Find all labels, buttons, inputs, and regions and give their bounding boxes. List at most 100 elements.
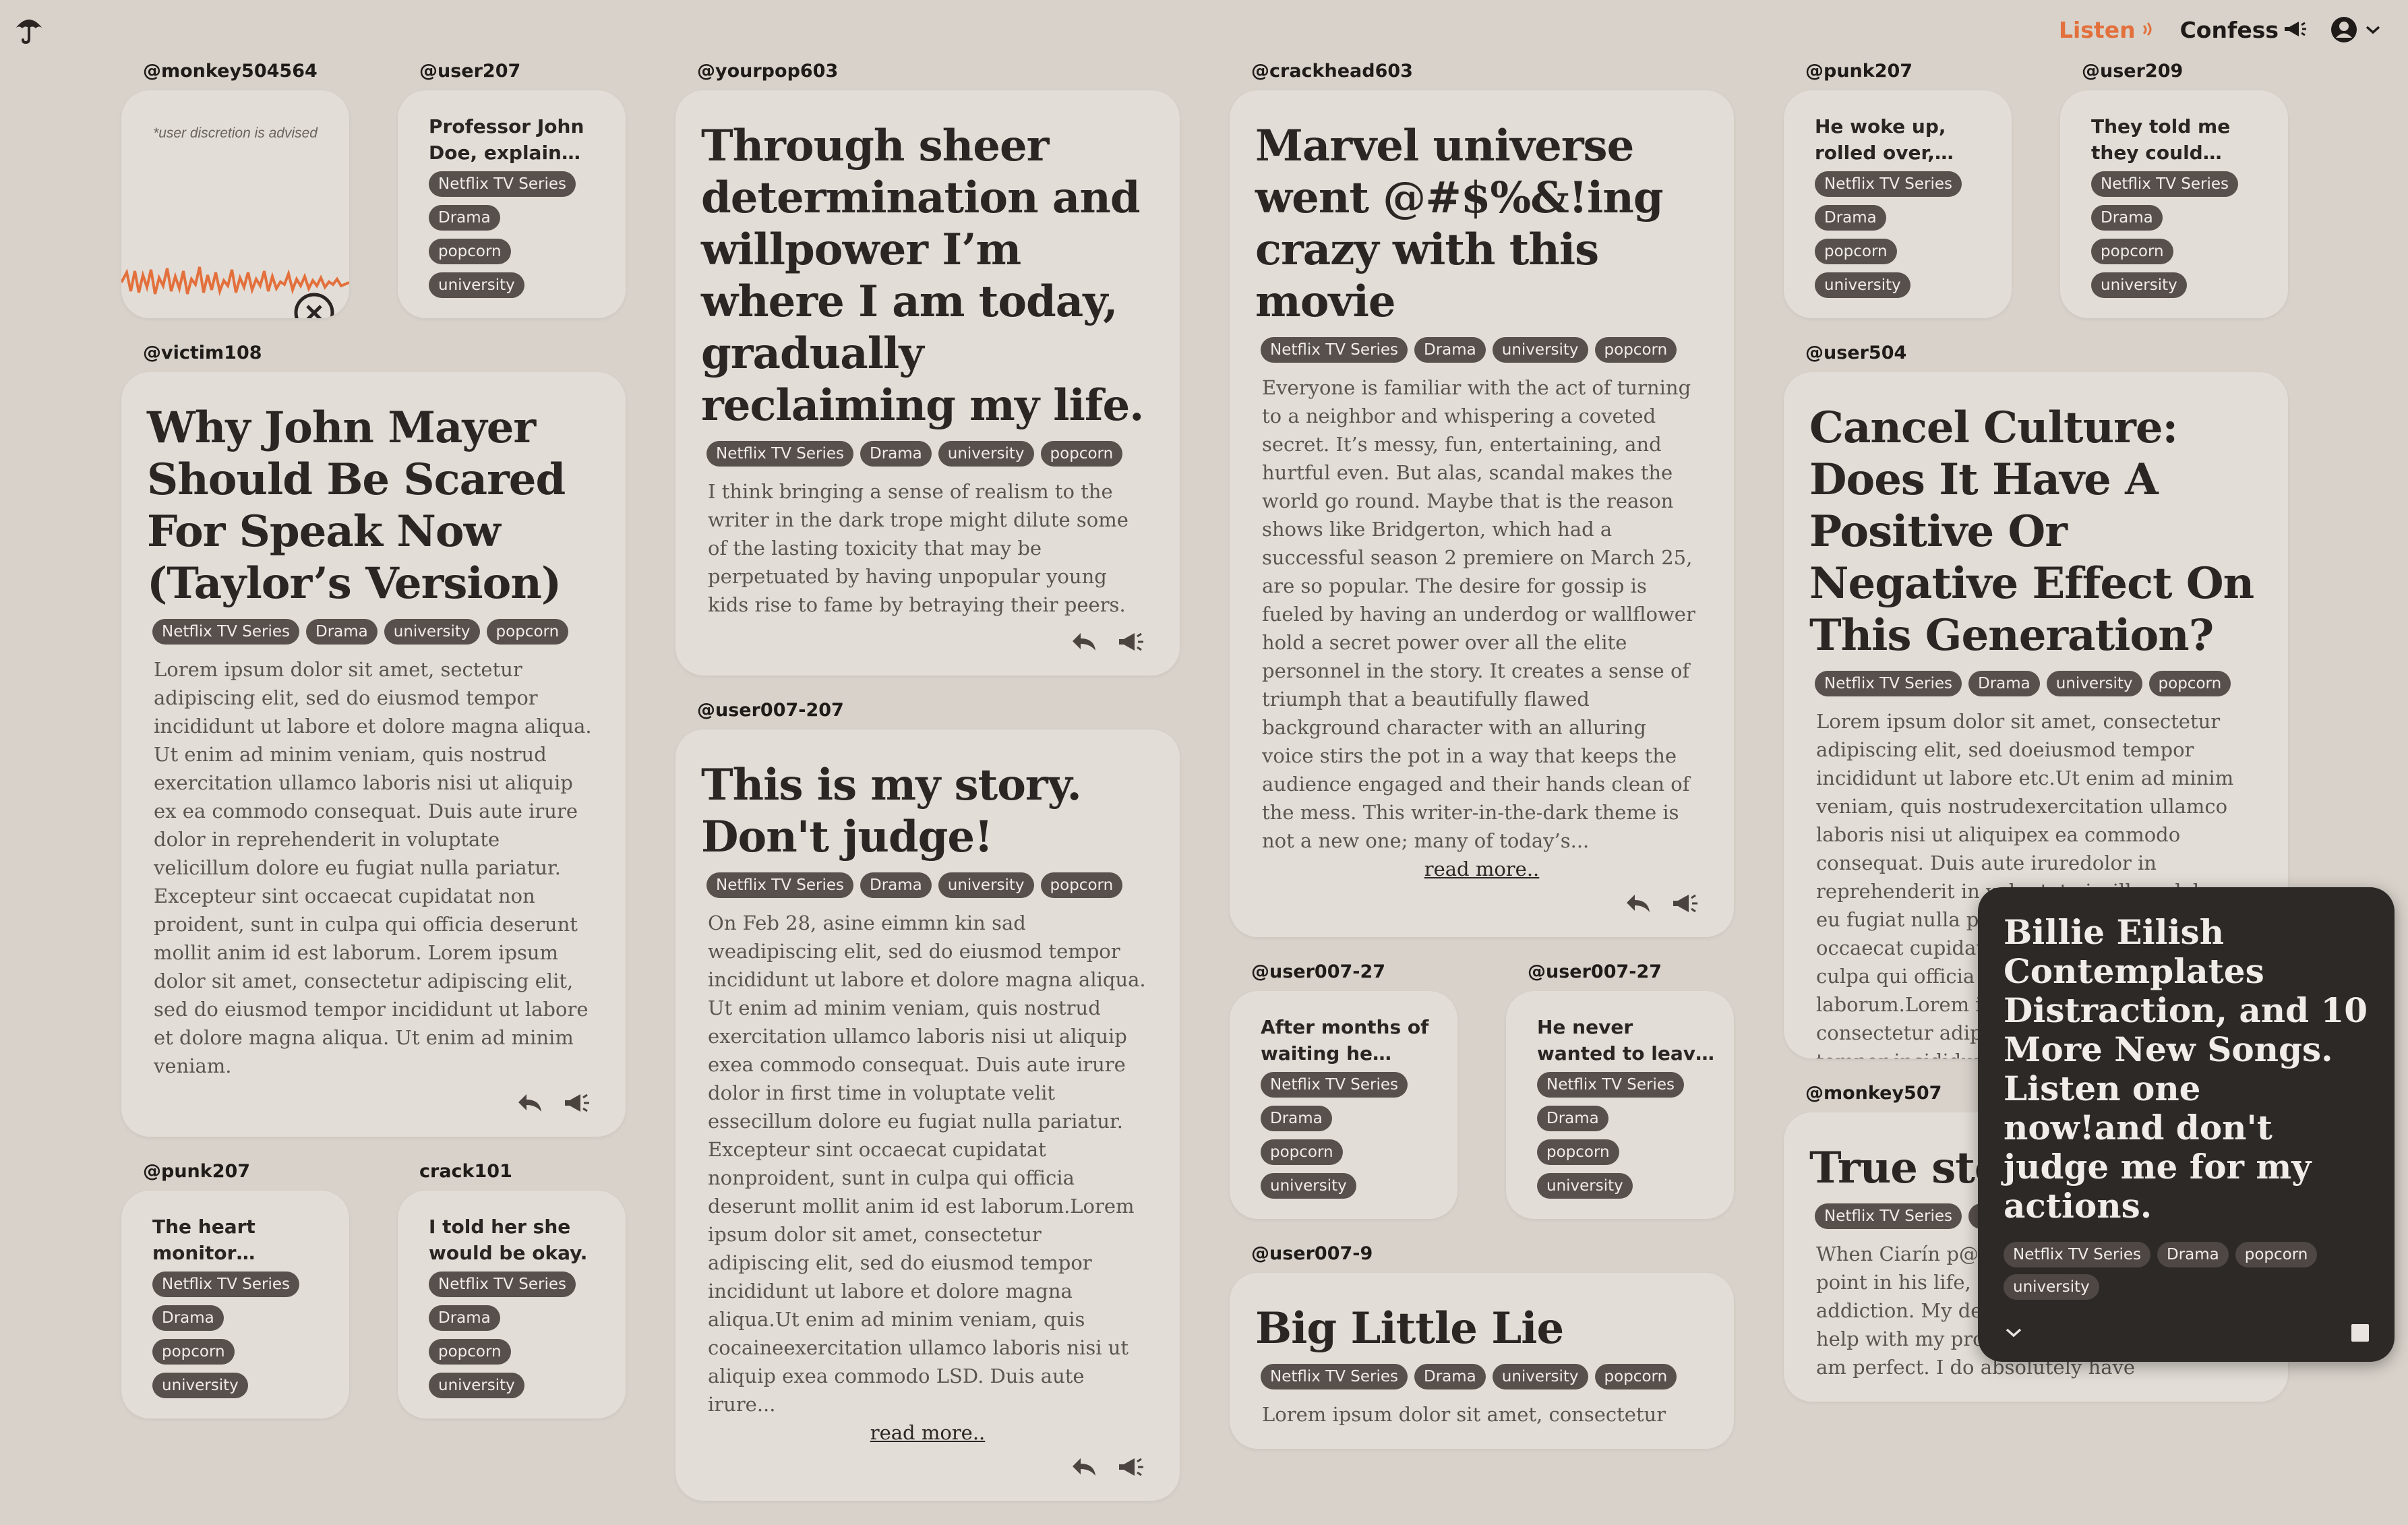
- short-confession-card[interactable]: He woke up, rolled over, and... Netflix …: [1784, 90, 2012, 318]
- tag-chip[interactable]: university: [938, 872, 1034, 898]
- tag-chip[interactable]: Netflix TV Series: [2091, 171, 2238, 197]
- tag-chip[interactable]: university: [1815, 272, 1910, 298]
- reply-icon[interactable]: [1623, 890, 1653, 917]
- tag-chip[interactable]: Drama: [860, 441, 932, 467]
- tag-chip[interactable]: popcorn: [1261, 1139, 1343, 1165]
- post-handle[interactable]: @user504: [1784, 342, 2288, 372]
- tag-chip[interactable]: university: [429, 272, 524, 298]
- tag-chip[interactable]: university: [938, 441, 1034, 467]
- tag-chip[interactable]: Netflix TV Series: [706, 441, 853, 467]
- post-handle[interactable]: @monkey504564: [121, 61, 349, 90]
- tag-chip[interactable]: Drama: [1815, 205, 1886, 231]
- tag-chip[interactable]: Netflix TV Series: [1261, 337, 1408, 363]
- post-handle[interactable]: @user007-27: [1230, 961, 1457, 991]
- story-card[interactable]: Big Little Lie Netflix TV Series Drama u…: [1230, 1273, 1734, 1449]
- reply-icon[interactable]: [515, 1089, 545, 1116]
- post-handle[interactable]: crack101: [398, 1161, 626, 1191]
- confess-link[interactable]: Confess: [2180, 17, 2307, 43]
- short-confession-card[interactable]: He never wanted to leave his wife. Netfl…: [1506, 991, 1734, 1219]
- story-card[interactable]: This is my story. Don't judge! Netflix T…: [675, 729, 1180, 1501]
- tag-chip[interactable]: Drama: [1414, 337, 1486, 363]
- tag-chip[interactable]: Netflix TV Series: [706, 872, 853, 898]
- tag-chip[interactable]: popcorn: [2235, 1242, 2318, 1267]
- post-handle[interactable]: @user207: [398, 61, 626, 90]
- tag-chip[interactable]: popcorn: [1815, 239, 1897, 264]
- post-handle[interactable]: @victim108: [121, 342, 626, 372]
- post-handle[interactable]: @user209: [2060, 61, 2288, 90]
- post-handle[interactable]: @user007-207: [675, 700, 1180, 729]
- tag-chip[interactable]: popcorn: [1040, 441, 1123, 467]
- read-more-link[interactable]: read more..: [701, 1421, 1154, 1444]
- story-card[interactable]: Marvel universe went @#$%&!ing crazy wit…: [1230, 90, 1734, 937]
- post-handle[interactable]: @punk207: [121, 1161, 349, 1191]
- tag-chip[interactable]: Drama: [1414, 1364, 1486, 1389]
- tag-chip[interactable]: Drama: [152, 1305, 224, 1331]
- tag-chip[interactable]: popcorn: [1594, 337, 1677, 363]
- tag-chip[interactable]: Drama: [429, 1305, 500, 1331]
- tag-chip[interactable]: popcorn: [152, 1339, 235, 1365]
- post-handle[interactable]: @yourpop603: [675, 61, 1180, 90]
- tag-chip[interactable]: Netflix TV Series: [1261, 1072, 1408, 1098]
- short-confession-card[interactable]: The heart monitor chimed... Netflix TV S…: [121, 1191, 349, 1418]
- tag-chip[interactable]: Drama: [1261, 1106, 1332, 1131]
- tag-chip[interactable]: university: [1492, 337, 1588, 363]
- tag-chip[interactable]: university: [1492, 1364, 1588, 1389]
- story-card[interactable]: Through sheer determination and willpowe…: [675, 90, 1180, 676]
- tag-chip[interactable]: Netflix TV Series: [429, 171, 576, 197]
- tag-chip[interactable]: Drama: [860, 872, 932, 898]
- reply-icon[interactable]: [1069, 1454, 1099, 1481]
- chevron-down-icon[interactable]: [2004, 1326, 2024, 1340]
- tag-chip[interactable]: popcorn: [2148, 671, 2231, 696]
- tag-chip[interactable]: Drama: [1968, 671, 2040, 696]
- read-more-link[interactable]: read more..: [1255, 858, 1708, 880]
- now-playing-panel[interactable]: Billie Eilish Contemplates Distraction, …: [1978, 887, 2395, 1362]
- close-circle-icon[interactable]: [293, 291, 336, 318]
- tag-chip[interactable]: university: [1261, 1173, 1356, 1199]
- tag-chip[interactable]: Netflix TV Series: [429, 1272, 576, 1297]
- tag-chip[interactable]: popcorn: [1537, 1139, 1619, 1165]
- reply-icon[interactable]: [1069, 628, 1099, 655]
- tag-chip[interactable]: popcorn: [429, 1339, 511, 1365]
- short-confession-card[interactable]: I told her she would be okay. Netflix TV…: [398, 1191, 626, 1418]
- tag-chip[interactable]: Drama: [429, 205, 500, 231]
- story-card[interactable]: Why John Mayer Should Be Scared For Spea…: [121, 372, 626, 1137]
- megaphone-icon[interactable]: [1116, 1454, 1146, 1481]
- account-menu[interactable]: [2330, 16, 2381, 44]
- tag-chip[interactable]: Netflix TV Series: [1815, 671, 1962, 696]
- tag-chip[interactable]: university: [429, 1373, 524, 1398]
- tag-chip[interactable]: Drama: [1537, 1106, 1608, 1131]
- tag-chip[interactable]: popcorn: [2091, 239, 2173, 264]
- tag-chip[interactable]: popcorn: [486, 619, 569, 645]
- tag-chip[interactable]: Netflix TV Series: [1261, 1364, 1408, 1389]
- tag-chip[interactable]: popcorn: [1594, 1364, 1677, 1389]
- tag-chip[interactable]: university: [152, 1373, 248, 1398]
- post-handle[interactable]: @user007-27: [1506, 961, 1734, 991]
- megaphone-icon[interactable]: [1670, 890, 1700, 917]
- short-confession-card[interactable]: They told me they could save... Netflix …: [2060, 90, 2288, 318]
- post-handle[interactable]: @punk207: [1784, 61, 2012, 90]
- stop-icon[interactable]: [2351, 1324, 2369, 1342]
- short-confession-card[interactable]: After months of waiting he finall... Net…: [1230, 991, 1457, 1219]
- megaphone-icon[interactable]: [562, 1089, 592, 1116]
- post-handle[interactable]: @user007-9: [1230, 1243, 1734, 1273]
- tag-chip[interactable]: Netflix TV Series: [152, 1272, 299, 1297]
- tag-chip[interactable]: Drama: [2091, 205, 2163, 231]
- tag-chip[interactable]: university: [1537, 1173, 1633, 1199]
- tag-chip[interactable]: Netflix TV Series: [152, 619, 299, 645]
- tag-chip[interactable]: university: [2091, 272, 2187, 298]
- listen-link[interactable]: Listen: [2059, 17, 2157, 43]
- tag-chip[interactable]: Drama: [306, 619, 378, 645]
- tag-chip[interactable]: university: [2004, 1274, 2099, 1300]
- audio-confession-card[interactable]: *user discretion is advised: [121, 90, 349, 318]
- tag-chip[interactable]: university: [2046, 671, 2142, 696]
- tag-chip[interactable]: Netflix TV Series: [1537, 1072, 1684, 1098]
- tag-chip[interactable]: popcorn: [1040, 872, 1123, 898]
- tag-chip[interactable]: university: [384, 619, 480, 645]
- logo-umbrella-icon[interactable]: [12, 12, 46, 46]
- tag-chip[interactable]: Drama: [2157, 1242, 2229, 1267]
- tag-chip[interactable]: Netflix TV Series: [1815, 1203, 1962, 1229]
- short-confession-card[interactable]: Professor John Doe, explain the... Netfl…: [398, 90, 626, 318]
- tag-chip[interactable]: Netflix TV Series: [1815, 171, 1962, 197]
- post-handle[interactable]: @crackhead603: [1230, 61, 1734, 90]
- megaphone-icon[interactable]: [1116, 628, 1146, 655]
